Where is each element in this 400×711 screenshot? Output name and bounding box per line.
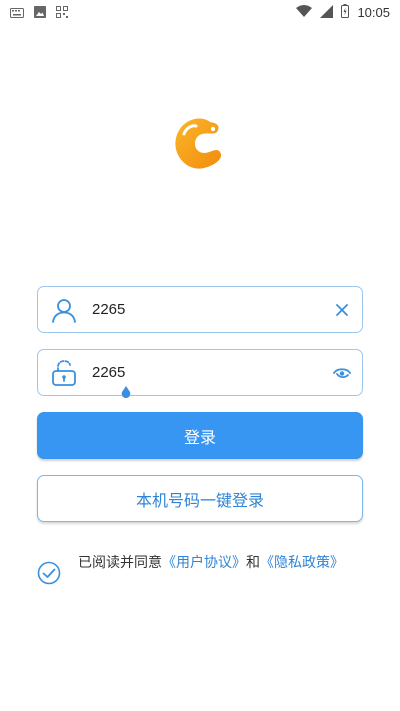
agreement-prefix: 已阅读并同意: [78, 555, 162, 571]
text-cursor-handle[interactable]: [121, 383, 131, 398]
password-input[interactable]: 2265: [90, 364, 322, 381]
app-logo-icon: [170, 114, 230, 174]
keyboard-icon: [10, 3, 24, 22]
login-button[interactable]: 登录: [37, 412, 363, 459]
agreement-text: 已阅读并同意《用户协议》和《隐私政策》: [78, 554, 344, 573]
eye-icon[interactable]: [322, 350, 362, 395]
battery-icon: [341, 3, 350, 22]
phone-login-button[interactable]: 本机号码一键登录: [37, 475, 363, 522]
status-bar: 10:05: [0, 0, 400, 24]
privacy-policy-link[interactable]: 《隐私政策》: [260, 555, 344, 571]
image-icon: [34, 3, 46, 22]
username-field[interactable]: 2265: [37, 286, 363, 333]
agreement-checkbox[interactable]: [37, 561, 61, 585]
qr-code-icon: [56, 3, 68, 22]
user-icon: [38, 287, 90, 332]
status-time: 10:05: [357, 4, 390, 20]
username-input[interactable]: 2265: [90, 301, 322, 318]
wifi-icon: [296, 3, 313, 22]
user-agreement-link[interactable]: 《用户协议》: [162, 555, 246, 571]
password-field[interactable]: 2265: [37, 349, 363, 396]
agreement-conjunction: 和: [246, 555, 260, 571]
agreement-row: 已阅读并同意《用户协议》和《隐私政策》: [37, 554, 367, 585]
lock-icon: [38, 350, 90, 395]
clear-icon[interactable]: [322, 287, 362, 332]
signal-icon: [320, 3, 334, 22]
